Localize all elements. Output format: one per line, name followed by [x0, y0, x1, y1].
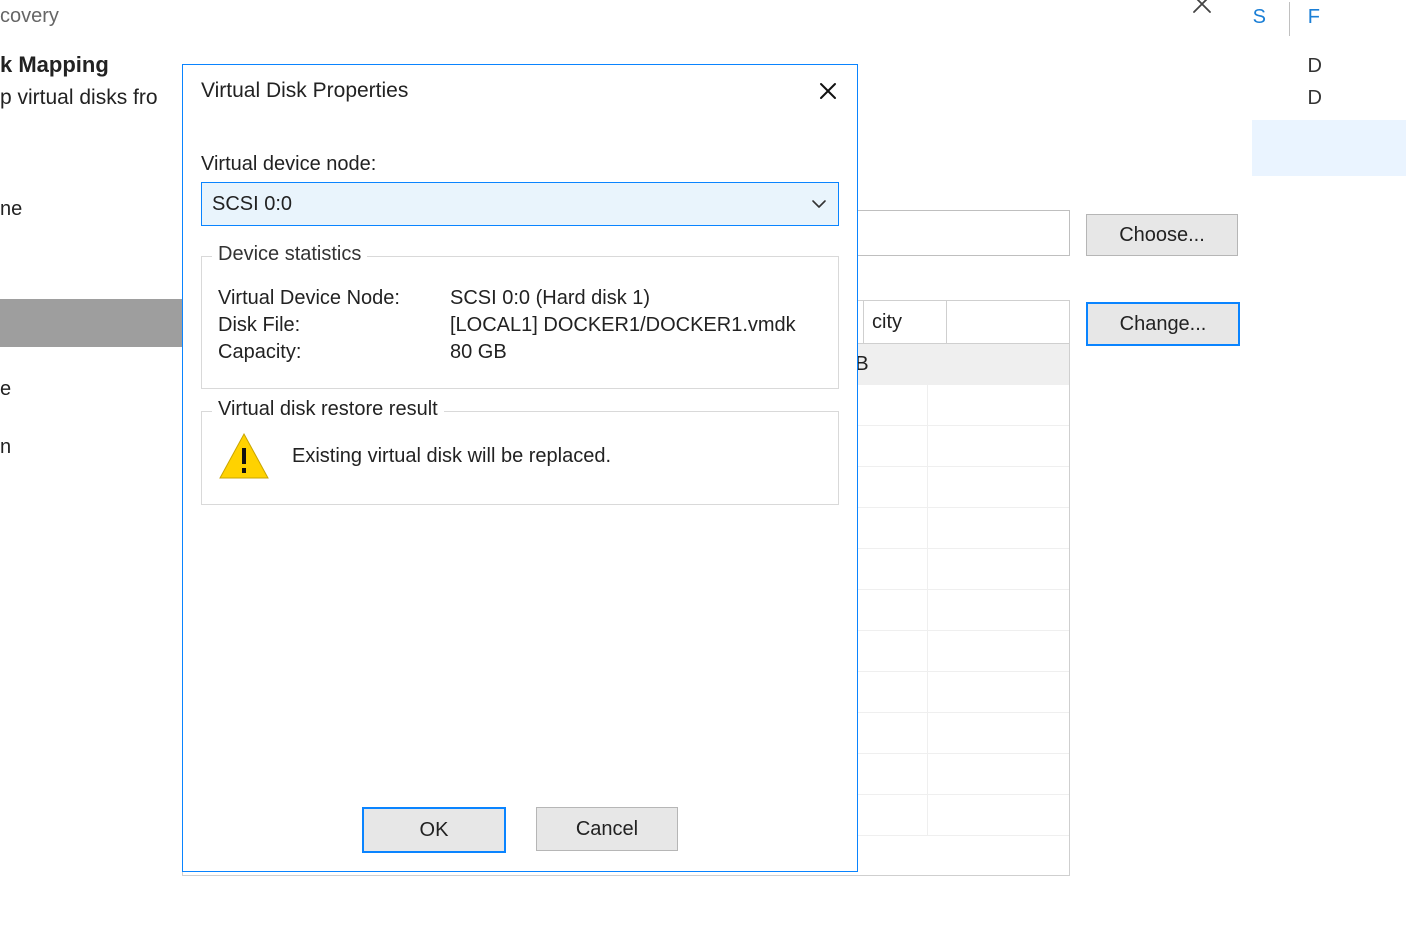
stat-file-label: Disk File:: [218, 314, 450, 337]
choose-button[interactable]: Choose...: [1086, 214, 1238, 256]
grid-cell: [928, 344, 1069, 384]
wizard-step-selected[interactable]: [0, 299, 182, 347]
restore-result-group: Virtual disk restore result Existing vir…: [201, 411, 839, 505]
dialog-button-row: OK Cancel: [183, 807, 857, 853]
stat-file-value: [LOCAL1] DOCKER1/DOCKER1.vmdk: [450, 314, 822, 337]
parent-window-title: covery: [0, 5, 59, 28]
parent-window-titlebar: covery: [0, 0, 1406, 40]
topright-separator: [1289, 2, 1290, 36]
stat-capacity-value: 80 GB: [450, 341, 822, 364]
wizard-step[interactable]: n: [0, 423, 182, 471]
virtual-disk-properties-dialog: Virtual Disk Properties Virtual device n…: [182, 64, 858, 872]
device-statistics-legend: Device statistics: [212, 243, 367, 266]
close-icon: [818, 81, 838, 101]
stat-node-label: Virtual Device Node:: [218, 287, 450, 310]
cancel-button[interactable]: Cancel: [536, 807, 678, 851]
page-subheading: p virtual disks fro: [0, 86, 158, 110]
topright-line-2: D: [1308, 82, 1322, 114]
topright-link-2[interactable]: F: [1308, 6, 1320, 29]
grid-cell: B: [847, 344, 928, 384]
right-selection-band: [1252, 120, 1406, 176]
wizard-step[interactable]: ne: [0, 185, 182, 233]
grid-header-cell[interactable]: [947, 301, 1091, 343]
restore-result-message: Existing virtual disk will be replaced.: [292, 445, 611, 468]
warning-icon: [218, 432, 270, 480]
ok-button[interactable]: OK: [362, 807, 506, 853]
dialog-close-button[interactable]: [805, 71, 851, 111]
device-node-label: Virtual device node:: [201, 153, 839, 176]
parent-close-icon[interactable]: [1190, 0, 1214, 16]
wizard-step[interactable]: e: [0, 365, 182, 413]
dialog-title: Virtual Disk Properties: [183, 79, 408, 103]
device-node-combobox[interactable]: SCSI 0:0: [201, 182, 839, 226]
stat-node-value: SCSI 0:0 (Hard disk 1): [450, 287, 822, 310]
device-node-value: SCSI 0:0: [212, 193, 292, 216]
topright-link-1[interactable]: S: [1253, 6, 1266, 29]
device-statistics-group: Device statistics Virtual Device Node: S…: [201, 256, 839, 389]
grid-header-cell[interactable]: city: [864, 301, 947, 343]
restore-result-legend: Virtual disk restore result: [212, 398, 444, 421]
topright-line-1: D: [1308, 50, 1322, 82]
dialog-titlebar[interactable]: Virtual Disk Properties: [183, 65, 857, 117]
stat-capacity-label: Capacity:: [218, 341, 450, 364]
page-heading: k Mapping: [0, 52, 109, 78]
wizard-steps: ne e n: [0, 185, 182, 471]
topright-text: D D: [1308, 50, 1322, 114]
chevron-down-icon: [810, 195, 828, 213]
change-button[interactable]: Change...: [1086, 302, 1240, 346]
